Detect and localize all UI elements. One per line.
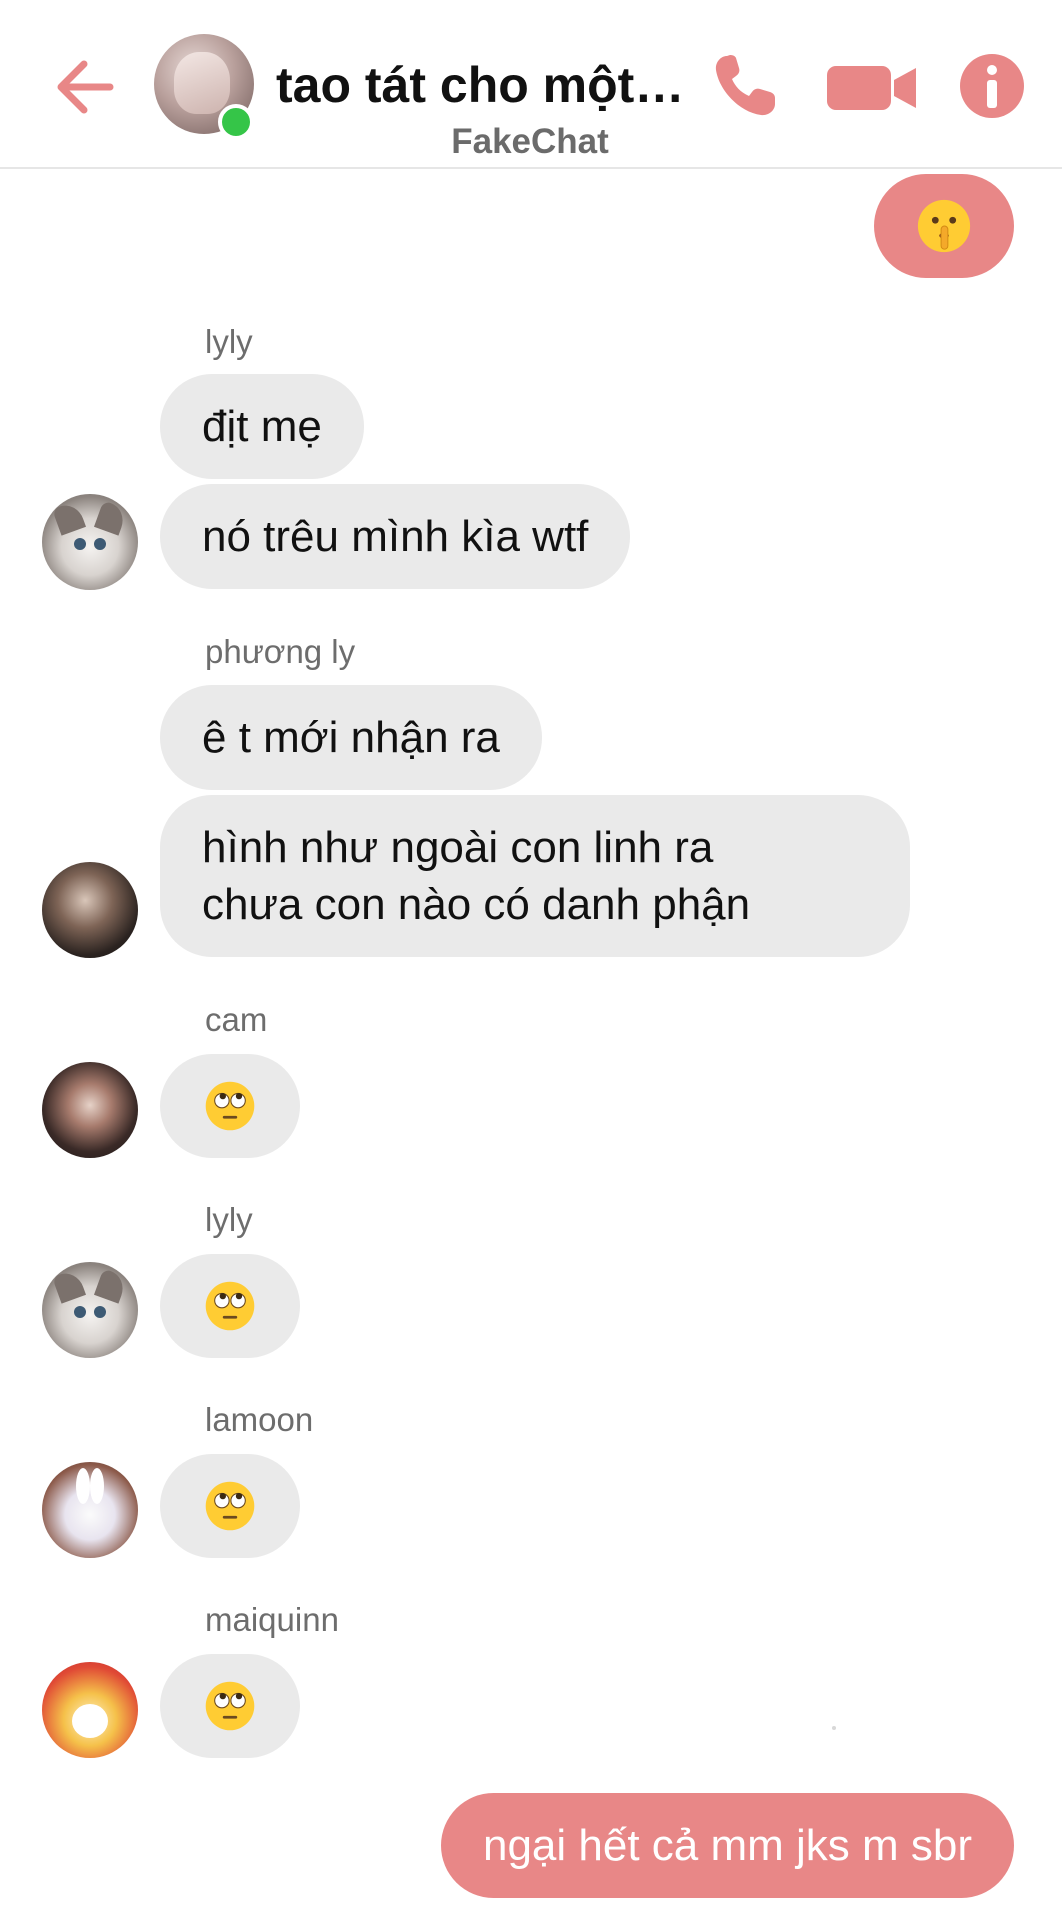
sender-name: lamoon [205, 1401, 314, 1438]
chat-screen: tao tát cho một ... FakeChat lyly địt mẹ… [0, 0, 1062, 1920]
avatar-lyly[interactable] [42, 494, 138, 590]
video-camera-icon[interactable] [822, 46, 922, 126]
avatar-lyly[interactable] [42, 1262, 138, 1358]
shushing-face-icon [917, 199, 971, 253]
sender-name: lyly [205, 1201, 253, 1238]
outgoing-message[interactable]: ngại hết cả mm jks m sbr [440, 1793, 1014, 1898]
incoming-message-emoji[interactable] [160, 1254, 300, 1358]
avatar-phuong-ly[interactable] [42, 862, 138, 958]
rolling-eyes-face-icon [205, 1481, 255, 1531]
outgoing-message-emoji[interactable] [874, 174, 1014, 278]
rolling-eyes-face-icon [205, 1281, 255, 1331]
message-line: chưa con nào có danh phận [202, 880, 751, 929]
sender-name: phương ly [205, 633, 356, 670]
incoming-message-emoji[interactable] [160, 1054, 300, 1158]
incoming-message-multiline[interactable]: hình như ngoài con linh ra chưa con nào … [160, 795, 910, 957]
incoming-message-emoji[interactable] [160, 1654, 300, 1758]
info-icon[interactable] [952, 46, 1032, 126]
incoming-message[interactable]: nó trêu mình kìa wtf [160, 484, 631, 589]
group-avatar-image [174, 52, 230, 114]
sender-name: lyly [205, 323, 253, 360]
decorative-dot [832, 1726, 836, 1730]
phone-icon[interactable] [705, 46, 785, 126]
avatar-maiquinn[interactable] [42, 1662, 138, 1758]
incoming-message[interactable]: ê t mới nhận ra [160, 685, 542, 790]
rolling-eyes-face-icon [205, 1681, 255, 1731]
online-status-dot [218, 104, 254, 140]
message-line: hình như ngoài con linh ra [202, 823, 714, 872]
chat-title[interactable]: tao tát cho một ... [276, 55, 686, 115]
arrow-left-icon[interactable] [50, 52, 120, 122]
avatar-lamoon[interactable] [42, 1462, 138, 1558]
rolling-eyes-face-icon [205, 1081, 255, 1131]
incoming-message-emoji[interactable] [160, 1454, 300, 1558]
chat-subtitle: FakeChat [451, 122, 609, 161]
incoming-message[interactable]: địt mẹ [160, 374, 364, 479]
sender-name: maiquinn [205, 1601, 339, 1638]
avatar-cam[interactable] [42, 1062, 138, 1158]
chat-header: tao tát cho một ... FakeChat [0, 0, 1062, 169]
sender-name: cam [205, 1001, 268, 1038]
